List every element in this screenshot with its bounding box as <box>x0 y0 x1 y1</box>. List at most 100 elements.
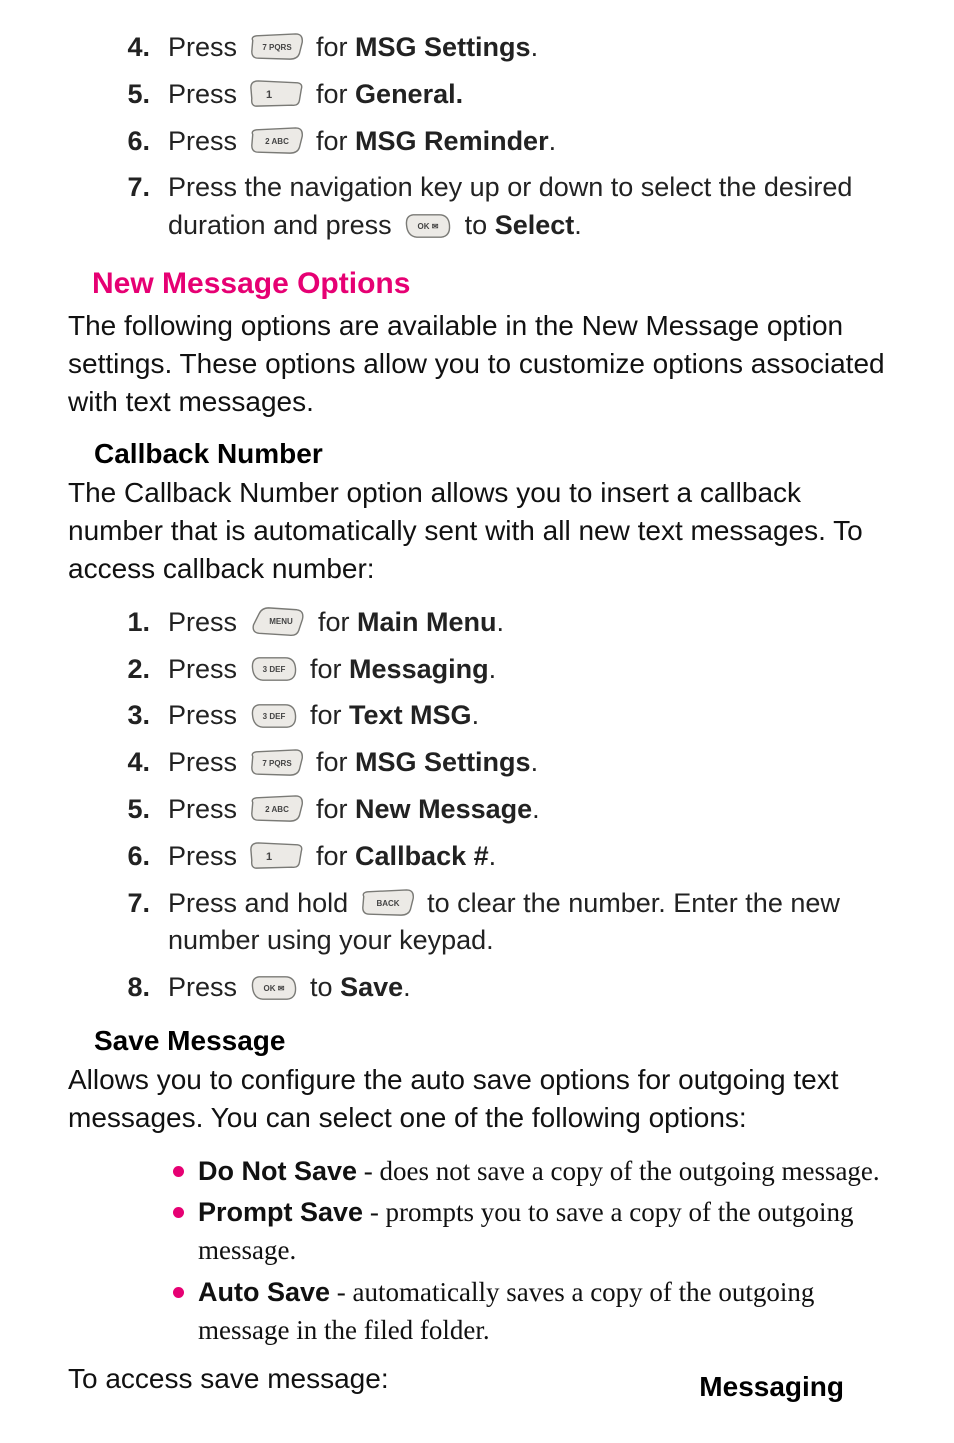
step-prefix: Press <box>168 841 245 871</box>
intro-save-message: Allows you to configure the auto save op… <box>68 1061 894 1137</box>
step-mid: for <box>309 32 356 62</box>
step-bold: MSG Reminder <box>355 126 549 156</box>
bullet-dot-icon <box>173 1287 184 1298</box>
bullet-body: Auto Save - automatically saves a copy o… <box>198 1274 894 1350</box>
step-prefix: Press and hold <box>168 888 356 918</box>
key-2-icon: 2 ABC <box>249 795 305 823</box>
step-prefix: Press <box>168 32 245 62</box>
step-mid: for <box>303 654 350 684</box>
page-footer-title: Messaging <box>699 1371 844 1403</box>
svg-text:1: 1 <box>265 89 271 101</box>
steps-msg-reminder: 4. Press 7 PQRS for MSG Settings. 5. Press … <box>68 29 894 245</box>
bullets-save-message: Do Not Save - does not save a copy of th… <box>68 1153 894 1350</box>
step-body: Press 1 for Callback #. <box>168 838 894 876</box>
step-body: Press 7 PQRS for MSG Settings. <box>168 29 894 67</box>
step-bold: Text MSG <box>349 700 472 730</box>
step-number: 4. <box>116 29 150 67</box>
svg-text:3 DEF: 3 DEF <box>262 712 285 721</box>
step-suffix: . <box>403 972 411 1002</box>
bullet-body: Do Not Save - does not save a copy of th… <box>198 1153 894 1191</box>
step-prefix: Press <box>168 654 245 684</box>
step-body: Press 2 ABC for New Message. <box>168 791 894 829</box>
step-suffix: . <box>531 32 539 62</box>
step-prefix: Press <box>168 794 245 824</box>
step-mid: for <box>303 700 350 730</box>
step-body: Press the navigation key up or down to s… <box>168 169 894 245</box>
key-7-icon: 7 PQRS <box>249 749 305 777</box>
callback-step: 2.Press 3 DEF for Messaging. <box>68 651 894 689</box>
svg-text:2 ABC: 2 ABC <box>265 137 289 146</box>
step-suffix: . <box>531 747 539 777</box>
msg-reminder-step: 4. Press 7 PQRS for MSG Settings. <box>68 29 894 67</box>
step-mid: for <box>309 841 356 871</box>
save-message-bullet: Prompt Save - prompts you to save a copy… <box>68 1194 894 1270</box>
step-bold: MSG Settings <box>355 747 531 777</box>
step-suffix: . <box>532 794 540 824</box>
step-prefix: Press <box>168 126 245 156</box>
svg-text:2 ABC: 2 ABC <box>265 805 289 814</box>
step-number: 7. <box>116 169 150 207</box>
step-mid: to <box>303 972 341 1002</box>
step-suffix: . <box>489 654 497 684</box>
step-suffix: . <box>549 126 557 156</box>
step-body: Press MENU for Main Menu. <box>168 604 894 642</box>
msg-reminder-step: 7. Press the navigation key up or down to… <box>68 169 894 245</box>
step-number: 3. <box>116 697 150 735</box>
step-body: Press 3 DEF for Text MSG. <box>168 697 894 735</box>
step-bold: New Message <box>355 794 532 824</box>
step-number: 4. <box>116 744 150 782</box>
bullet-lead: Auto Save <box>198 1277 330 1307</box>
save-message-bullet: Auto Save - automatically saves a copy o… <box>68 1274 894 1350</box>
steps-callback-number: 1.Press MENU for Main Menu.2.Press 3 DEF… <box>68 604 894 1007</box>
step-number: 5. <box>116 76 150 114</box>
step-mid: for <box>309 747 356 777</box>
step-bold: Callback # <box>355 841 489 871</box>
step-prefix: Press <box>168 607 245 637</box>
bullet-lead: Prompt Save <box>198 1197 363 1227</box>
svg-text:7 PQRS: 7 PQRS <box>262 759 292 768</box>
bullet-dot-icon <box>173 1166 184 1177</box>
step-number: 1. <box>116 604 150 642</box>
step-body: Press and hold BACK to clear the number.… <box>168 885 894 961</box>
bullet-dot-icon <box>173 1207 184 1218</box>
step-number: 6. <box>116 838 150 876</box>
callback-step: 4.Press 7 PQRS for MSG Settings. <box>68 744 894 782</box>
svg-text:OK ✉: OK ✉ <box>418 222 439 231</box>
step-mid: for <box>309 126 356 156</box>
bullet-body: Prompt Save - prompts you to save a copy… <box>198 1194 894 1270</box>
key-7-icon: 7 PQRS <box>249 33 305 61</box>
msg-reminder-step: 6.Press 2 ABC for MSG Reminder. <box>68 123 894 161</box>
svg-text:BACK: BACK <box>376 899 399 908</box>
step-bold: MSG Settings <box>355 32 531 62</box>
step-mid: for <box>309 794 356 824</box>
step-prefix: Press <box>168 700 245 730</box>
intro-callback-number: The Callback Number option allows you to… <box>68 474 894 587</box>
save-message-bullet: Do Not Save - does not save a copy of th… <box>68 1153 894 1191</box>
subhead-callback-number: Callback Number <box>94 438 894 470</box>
step-bold: Main Menu <box>357 607 497 637</box>
callback-step: 1. Press MENU for Main Menu. <box>68 604 894 642</box>
intro-new-message-options: The following options are available in t… <box>68 307 894 420</box>
callback-step: 7. Press and hold BACK to clear the numbe… <box>68 885 894 961</box>
step-number: 7. <box>116 885 150 923</box>
msg-reminder-step: 5.Press 1 for General. <box>68 76 894 114</box>
step-bold: Select <box>495 210 575 240</box>
step-prefix: Press <box>168 79 245 109</box>
subhead-save-message: Save Message <box>94 1025 894 1057</box>
callback-step: 8.Press OK ✉ to Save. <box>68 969 894 1007</box>
key-1-icon: 1 <box>249 80 305 108</box>
svg-text:OK ✉: OK ✉ <box>263 984 284 993</box>
step-suffix: . <box>489 841 497 871</box>
svg-text:7 PQRS: 7 PQRS <box>262 43 292 52</box>
step-number: 5. <box>116 791 150 829</box>
svg-text:3 DEF: 3 DEF <box>262 665 285 674</box>
step-body: Press 3 DEF for Messaging. <box>168 651 894 689</box>
callback-step: 6. Press 1 for Callback #. <box>68 838 894 876</box>
key-menu-icon: MENU <box>249 606 307 638</box>
step-bold: Messaging <box>349 654 489 684</box>
step-body: Press OK ✉ to Save. <box>168 969 894 1007</box>
key-3-icon: 3 DEF <box>249 655 299 683</box>
step-mid: to <box>457 210 495 240</box>
step-suffix: . <box>497 607 505 637</box>
callback-step: 3. Press 3 DEF for Text MSG. <box>68 697 894 735</box>
